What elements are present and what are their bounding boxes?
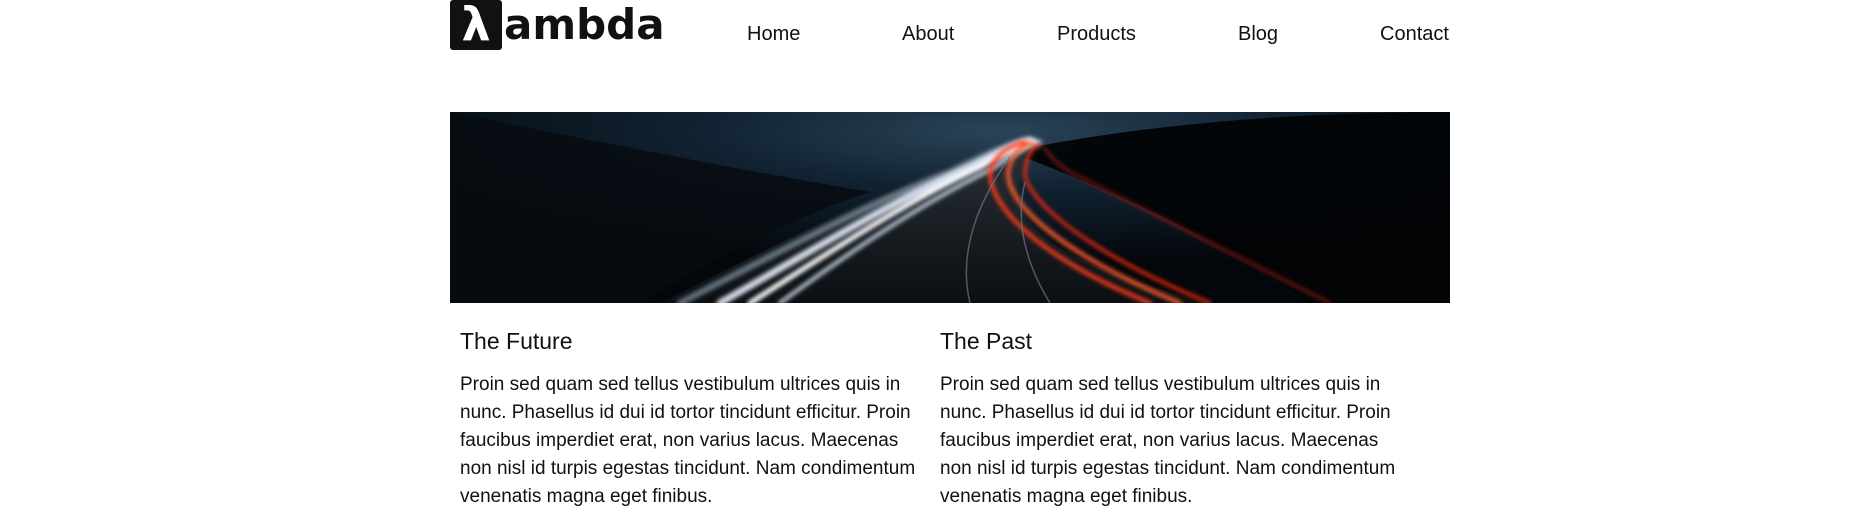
future-title: The Future (460, 328, 573, 354)
main-nav: Home About Products Blog Contact (450, 20, 1450, 50)
column-future: The Future Proin sed quam sed tellus ves… (460, 325, 930, 511)
past-body: Proin sed quam sed tellus vestibulum ult… (940, 374, 1396, 507)
nav-about[interactable]: About (902, 20, 954, 48)
column-past: The Past Proin sed quam sed tellus vesti… (940, 325, 1410, 511)
future-body: Proin sed quam sed tellus vestibulum ult… (460, 374, 916, 507)
nav-products[interactable]: Products (1057, 20, 1136, 48)
hero-image (450, 112, 1450, 303)
site-header: λ ambda Home About Products Blog Contact (450, 0, 1450, 60)
page-container: λ ambda Home About Products Blog Contact (450, 0, 1450, 530)
highway-light-trails-image (450, 112, 1450, 303)
past-title: The Past (940, 328, 1033, 354)
nav-contact[interactable]: Contact (1380, 20, 1449, 48)
nav-blog[interactable]: Blog (1238, 20, 1278, 48)
nav-home[interactable]: Home (747, 20, 800, 48)
